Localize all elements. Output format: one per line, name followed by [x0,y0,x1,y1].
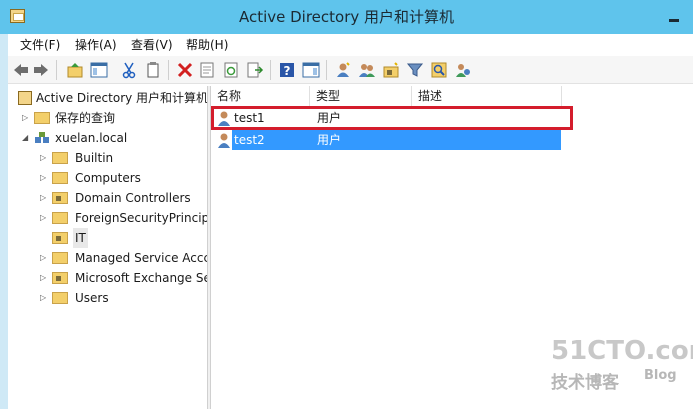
tree-item-label: Builtin [75,151,114,165]
up-folder-icon[interactable] [66,61,84,79]
expand-arrow-icon[interactable]: ▷ [40,148,50,168]
folder-icon [52,152,68,164]
toolbar-separator [270,60,271,80]
folder-icon [52,212,68,224]
tree-item-label: Domain Controllers [75,191,191,205]
window-left-border [0,34,8,409]
show-console-tree-icon[interactable] [90,61,108,79]
new-ou-icon[interactable] [382,61,400,79]
toolbar-separator [56,60,57,80]
ou-folder-icon [52,272,68,284]
tree-item-label: IT [73,228,88,248]
tree-item-label: Microsoft Exchange Se [75,271,208,285]
watermark-sub: 技术博客 [551,373,619,393]
tree-item-it[interactable]: IT [12,228,207,248]
ou-folder-icon [52,232,68,244]
collapse-arrow-icon[interactable]: ◢ [22,128,32,148]
tree-item-label: Users [75,291,109,305]
add-to-group-icon[interactable] [454,61,472,79]
column-header-name[interactable]: 名称 [211,86,310,106]
folder-icon [34,112,50,124]
title-bar: Active Directory 用户和计算机 [0,0,693,34]
properties-icon[interactable] [198,61,216,79]
watermark-main: 51CTO.com [551,336,693,366]
new-group-icon[interactable] [358,61,376,79]
expand-arrow-icon[interactable]: ▷ [40,168,50,188]
tree-item-foreign-security-principals[interactable]: ▷ ForeignSecurityPrincipa [12,208,208,228]
expand-arrow-icon[interactable]: ▷ [40,188,50,208]
annotation-highlight-box [211,106,573,130]
tree-item-saved-queries[interactable]: ▷ 保存的查询 [12,108,207,128]
tree-item-label: 保存的查询 [55,111,116,125]
svg-text:?: ? [284,64,291,78]
expand-arrow-icon[interactable]: ▷ [40,208,50,228]
copy-icon[interactable] [144,61,162,79]
filter-icon[interactable] [406,61,424,79]
tree-item-managed-service-accounts[interactable]: ▷ Managed Service Accc [12,248,208,268]
tree-item-label: Computers [75,171,141,185]
cut-icon[interactable] [120,61,138,79]
tree-item-label: Managed Service Accc [75,251,208,265]
column-header-type[interactable]: 类型 [310,86,412,106]
toolbar-separator [168,60,169,80]
menu-bar: 文件(F) 操作(A) 查看(V) 帮助(H) [8,34,693,56]
console-tree[interactable]: Active Directory 用户和计算机 ▷ 保存的查询 ◢ xuelan… [12,86,208,409]
aduc-icon [18,91,32,105]
ou-folder-icon [52,192,68,204]
refresh-icon[interactable] [222,61,240,79]
toolbar-separator [326,60,327,80]
folder-icon [52,252,68,264]
folder-icon [52,292,68,304]
tree-item-label: xuelan.local [55,131,128,145]
menu-view[interactable]: 查看(V) [131,34,173,56]
domain-icon [34,132,50,144]
expand-arrow-icon[interactable]: ▷ [40,248,50,268]
window-title: Active Directory 用户和计算机 [238,8,455,26]
user-type: 用户 [317,133,342,147]
column-header-description[interactable]: 描述 [412,86,562,106]
user-name: test2 [234,133,265,147]
menu-help[interactable]: 帮助(H) [186,34,228,56]
export-list-icon[interactable] [246,61,264,79]
tree-item-domain-controllers[interactable]: ▷ Domain Controllers [12,188,207,208]
toolbar: ? [8,56,693,84]
watermark-blog: Blog [644,368,677,383]
row-selection-highlight [232,130,561,150]
forward-arrow-icon[interactable] [32,61,50,79]
back-arrow-icon[interactable] [12,61,30,79]
expand-arrow-icon[interactable]: ▷ [22,108,32,128]
tree-item-label: ForeignSecurityPrincipa [75,211,208,225]
folder-icon [52,172,68,184]
find-icon[interactable] [430,61,448,79]
list-row[interactable]: test2 用户 [211,130,561,150]
tree-item-builtin[interactable]: ▷ Builtin [12,148,207,168]
user-icon [217,132,231,148]
help-icon[interactable]: ? [278,61,296,79]
expand-arrow-icon[interactable]: ▷ [40,268,50,288]
tree-item-users[interactable]: ▷ Users [12,288,207,308]
tree-item-microsoft-exchange[interactable]: ▷ Microsoft Exchange Se [12,268,208,288]
tree-item-domain[interactable]: ◢ xuelan.local [12,128,207,148]
new-user-icon[interactable] [334,61,352,79]
expand-arrow-icon[interactable]: ▷ [40,288,50,308]
tree-root-label: Active Directory 用户和计算机 [36,91,208,105]
tree-root[interactable]: Active Directory 用户和计算机 [12,88,208,108]
delete-icon[interactable] [176,61,194,79]
tree-item-computers[interactable]: ▷ Computers [12,168,207,188]
minimize-button[interactable] [664,8,686,26]
action-pane-icon[interactable] [302,61,320,79]
menu-file[interactable]: 文件(F) [20,34,60,56]
menu-action[interactable]: 操作(A) [75,34,117,56]
